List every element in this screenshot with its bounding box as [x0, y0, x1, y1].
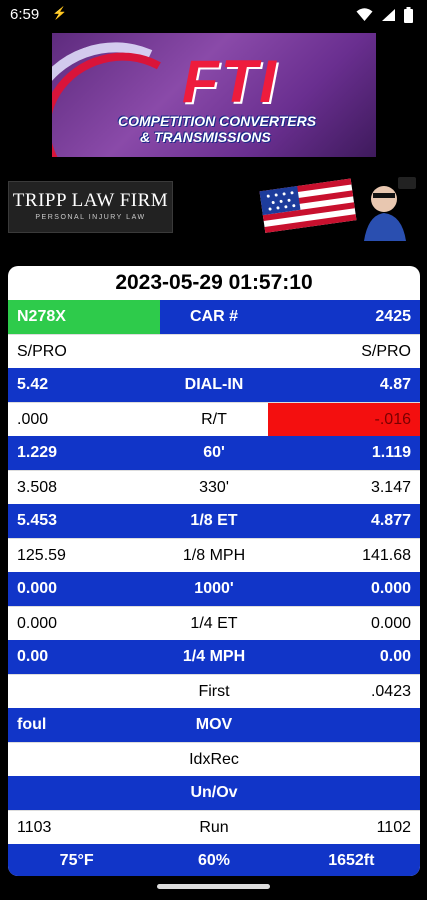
row-label: 1/4 MPH [182, 648, 246, 665]
timeslip-row: First .0423 [8, 674, 420, 708]
altitude-value: 1652ft [328, 851, 375, 869]
tripp-law-firm-name: TRIPP LAW FIRM [12, 190, 169, 211]
wifi-icon [356, 8, 373, 21]
system-icons [356, 7, 413, 23]
row-label: First [198, 682, 230, 700]
timeslip-row: N278X CAR # 2425 [8, 300, 420, 334]
lane-left-value: 1.229 [17, 444, 58, 461]
timeslip-row: foul MOV [8, 708, 420, 742]
timeslip-row: 125.59 1/8 MPH 141.68 [8, 538, 420, 572]
timeslip-row: 1.229 60' 1.119 [8, 436, 420, 470]
timeslip-row: 3.508 330' 3.147 [8, 470, 420, 504]
lane-right-value: 4.877 [370, 512, 411, 529]
lane-right-value [268, 708, 420, 742]
timeslip-row: 0.000 1000' 0.000 [8, 572, 420, 606]
row-label: 330' [199, 478, 229, 496]
lane-right-value: -.016 [268, 403, 420, 436]
row-label: MOV [195, 716, 233, 733]
fti-tagline-1: COMPETITION CONVERTERS [118, 113, 317, 129]
fti-banner-ad[interactable]: FTI COMPETITION CONVERTERS & TRANSMISSIO… [52, 33, 376, 157]
tripp-law-firm-tagline: PERSONAL INJURY LAW [35, 214, 146, 221]
row-label: DIAL-IN [184, 376, 244, 393]
timeslip-row: 5.42 DIAL-IN 4.87 [8, 368, 420, 402]
timeslip-row: 0.000 1/4 ET 0.000 [8, 606, 420, 640]
timeslip-row: Un/Ov [8, 776, 420, 810]
row-label: Un/Ov [190, 784, 238, 801]
row-label [160, 335, 268, 368]
timeslip-panel: 2023-05-29 01:57:10 N278X CAR #2425 S/PRO S… [8, 266, 420, 876]
lane-right-value: 4.87 [379, 376, 411, 393]
lane-right-value: 0.000 [370, 614, 411, 632]
battery-icon [404, 7, 413, 23]
lane-right-value: .0423 [370, 682, 411, 700]
charles-flag-ad[interactable] [256, 171, 418, 241]
row-label: 1/8 MPH [182, 546, 246, 564]
notification-icon: ⚡ [52, 6, 67, 20]
lane-left-value: S/PRO [17, 342, 67, 360]
lane-left-value: 5.42 [17, 376, 49, 393]
lane-left-value: 3.508 [17, 478, 58, 496]
timeslip-rows: N278X CAR # 2425 S/PRO S/PRO 5.42 DIAL-IN 4.87.… [8, 300, 420, 844]
lane-right-value: 1.119 [371, 444, 411, 461]
home-indicator[interactable] [157, 884, 270, 889]
lane-left-value: 0.000 [17, 580, 58, 597]
lane-right-value: 1102 [376, 818, 411, 836]
lane-right-value: 3.147 [370, 478, 411, 496]
lane-left-value: .000 [17, 410, 49, 428]
fti-tagline-2: & TRANSMISSIONS [140, 129, 271, 145]
timeslip-row: 1103 Run 1102 [8, 810, 420, 844]
timeslip-row: 5.453 1/8 ET 4.877 [8, 504, 420, 538]
lane-right-value [268, 743, 420, 776]
lane-left-value: N278X [8, 300, 160, 334]
row-label: CAR # [189, 308, 238, 325]
row-label: R/T [201, 410, 227, 428]
row-label: 1/8 ET [190, 512, 238, 529]
lane-left-value: 0.000 [17, 614, 58, 632]
row-label: Run [199, 818, 229, 836]
lane-right-value: 141.68 [362, 546, 411, 564]
lane-left-value: 5.453 [17, 512, 58, 529]
lane-left-value: foul [17, 716, 47, 733]
timeslip-footer: 75°F 60% 1652ft [8, 844, 420, 876]
lane-right-value: 0.000 [370, 580, 411, 597]
lane-left-value [8, 776, 160, 810]
row-label: 1000' [194, 580, 234, 597]
status-bar: 6:59 ⚡ [0, 0, 427, 30]
lane-right-value: S/PRO [361, 342, 411, 360]
timeslip-datetime: 2023-05-29 01:57:10 [115, 271, 313, 294]
humidity-value: 60% [197, 851, 230, 869]
timeslip-row: 0.00 1/4 MPH 0.00 [8, 640, 420, 674]
timeslip-row: IdxRec [8, 742, 420, 776]
lane-left-value: 1103 [17, 818, 52, 836]
row-label: 60' [203, 444, 225, 461]
lane-left-value [8, 743, 160, 776]
flag-ad-graphic [259, 177, 416, 241]
tripp-law-firm-ad[interactable]: TRIPP LAW FIRM PERSONAL INJURY LAW [8, 181, 173, 233]
timeslip-row: .000 R/T -.016 [8, 402, 420, 436]
lane-left-value [8, 675, 160, 708]
row-label: 1/4 ET [190, 614, 238, 632]
timeslip-row: S/PRO S/PRO [8, 334, 420, 368]
lane-right-value: 2425 [375, 308, 411, 325]
lane-right-value [268, 776, 420, 810]
temperature-value: 75°F [59, 851, 94, 869]
lane-left-value: 125.59 [17, 546, 66, 564]
fti-logo: FTI [182, 48, 278, 115]
row-label: IdxRec [189, 750, 239, 768]
lane-right-value: 0.00 [379, 648, 411, 665]
clock: 6:59 [10, 6, 40, 23]
cell-signal-icon [382, 9, 395, 21]
lane-left-value: 0.00 [17, 648, 49, 665]
